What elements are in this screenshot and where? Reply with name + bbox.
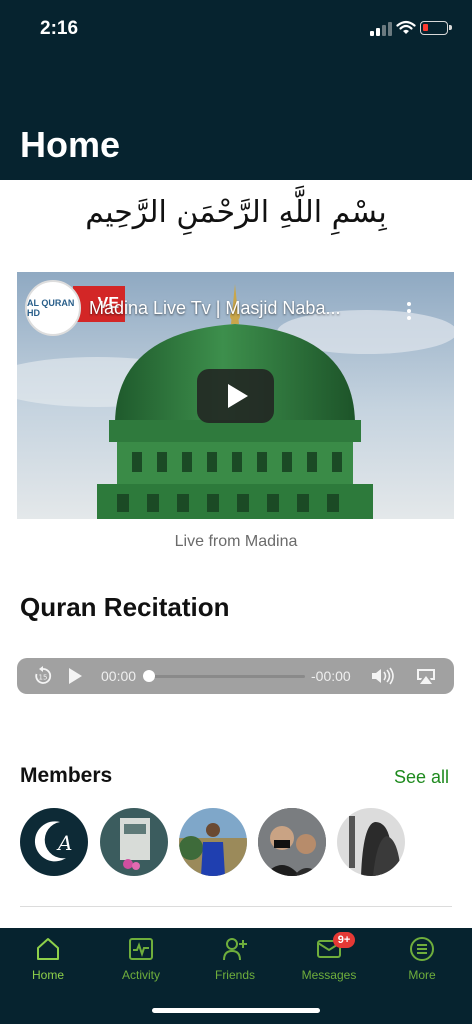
- channel-logo-text: AL QURAN HD: [27, 298, 75, 318]
- tab-activity[interactable]: Activity: [101, 936, 181, 990]
- app-header: 2:16 Home: [0, 0, 472, 180]
- battery-icon: [420, 21, 452, 35]
- tab-label: Home: [31, 968, 64, 982]
- friends-icon: [223, 938, 247, 961]
- svg-text:15: 15: [39, 674, 48, 682]
- video-player[interactable]: VE AL QURAN HD Madina Live Tv | Masjid N…: [17, 272, 454, 519]
- elapsed-time: 00:00: [101, 668, 137, 684]
- more-options-icon[interactable]: [401, 302, 417, 326]
- tab-label: More: [408, 968, 436, 982]
- status-time: 2:16: [40, 18, 79, 39]
- members-title: Members: [20, 764, 113, 787]
- see-all-link[interactable]: See all: [394, 767, 449, 788]
- tab-friends[interactable]: Friends: [195, 936, 275, 990]
- remaining-time: -00:00: [311, 668, 351, 684]
- audio-play-icon[interactable]: [67, 658, 83, 694]
- page-title: Home: [20, 124, 121, 165]
- avatar[interactable]: [337, 808, 405, 876]
- messages-badge: 9+: [333, 932, 355, 948]
- channel-logo[interactable]: AL QURAN HD: [25, 280, 81, 336]
- play-icon: [227, 384, 248, 408]
- progress-knob[interactable]: [143, 670, 155, 682]
- status-bar: 2:16: [0, 18, 472, 42]
- video-title[interactable]: Madina Live Tv | Masjid Naba...: [89, 298, 389, 319]
- home-icon: [37, 938, 59, 960]
- home-indicator: [152, 1008, 320, 1013]
- play-button[interactable]: [197, 369, 274, 423]
- avatar[interactable]: [258, 808, 326, 876]
- progress-track[interactable]: [149, 675, 305, 678]
- svg-text:A: A: [56, 831, 72, 855]
- tab-label: Activity: [121, 968, 160, 982]
- tab-home[interactable]: Home: [8, 936, 88, 990]
- signal-icon: [370, 22, 392, 36]
- airplay-icon[interactable]: [415, 658, 437, 694]
- wifi-icon: [396, 20, 416, 34]
- tab-messages[interactable]: 9+ Messages: [289, 932, 369, 990]
- avatar[interactable]: [179, 808, 247, 876]
- avatar[interactable]: A: [20, 808, 88, 876]
- tab-label: Friends: [214, 968, 255, 982]
- bismillah-text: بِسْمِ اللَّهِ الرَّحْمَنِ الرَّحِيم: [85, 195, 387, 230]
- video-caption: Live from Madina: [174, 533, 298, 550]
- skip-back-15-icon[interactable]: 15: [33, 658, 53, 694]
- recitation-title: Quran Recitation: [20, 592, 230, 622]
- more-icon: [410, 937, 434, 961]
- avatar[interactable]: [100, 808, 168, 876]
- tab-more[interactable]: More: [382, 936, 462, 990]
- activity-icon: [129, 938, 153, 960]
- audio-player[interactable]: 15 00:00 -00:00: [17, 658, 454, 694]
- volume-icon[interactable]: [371, 658, 397, 694]
- tab-label: Messages: [301, 968, 357, 982]
- divider: [20, 906, 452, 907]
